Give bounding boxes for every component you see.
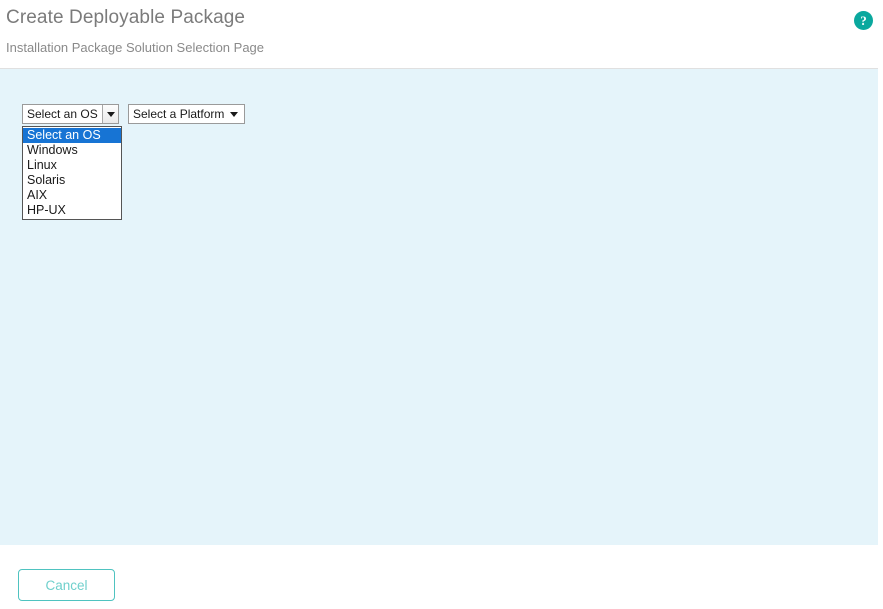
platform-select-chevron-down-icon <box>230 112 238 117</box>
platform-select-value: Select a Platform <box>133 105 224 123</box>
os-select-value: Select an OS <box>23 105 102 123</box>
os-select-chevron-down-icon[interactable] <box>102 105 118 123</box>
chevron-down-glyph <box>107 112 115 117</box>
selection-controls-row: Select an OS Select an OS Windows Linux … <box>22 104 245 124</box>
os-option-aix[interactable]: AIX <box>23 188 121 203</box>
page-header: Create Deployable Package Installation P… <box>0 0 883 68</box>
os-option-select-an-os[interactable]: Select an OS <box>23 128 121 143</box>
os-option-solaris[interactable]: Solaris <box>23 173 121 188</box>
page-subtitle: Installation Package Solution Selection … <box>6 40 264 55</box>
os-option-windows[interactable]: Windows <box>23 143 121 158</box>
os-select-option-list[interactable]: Select an OS Windows Linux Solaris AIX H… <box>22 126 122 220</box>
help-question-mark-glyph: ? <box>860 14 867 27</box>
os-select-wrapper: Select an OS Select an OS Windows Linux … <box>22 104 119 124</box>
os-option-linux[interactable]: Linux <box>23 158 121 173</box>
os-select[interactable]: Select an OS <box>22 104 119 124</box>
os-option-hp-ux[interactable]: HP-UX <box>23 203 121 218</box>
page-title: Create Deployable Package <box>6 7 245 29</box>
content-panel: Select an OS Select an OS Windows Linux … <box>0 68 878 545</box>
cancel-button[interactable]: Cancel <box>18 569 115 601</box>
platform-select[interactable]: Select a Platform <box>128 104 245 124</box>
footer-bar: Cancel <box>0 545 883 609</box>
help-circle-icon[interactable]: ? <box>854 11 873 30</box>
